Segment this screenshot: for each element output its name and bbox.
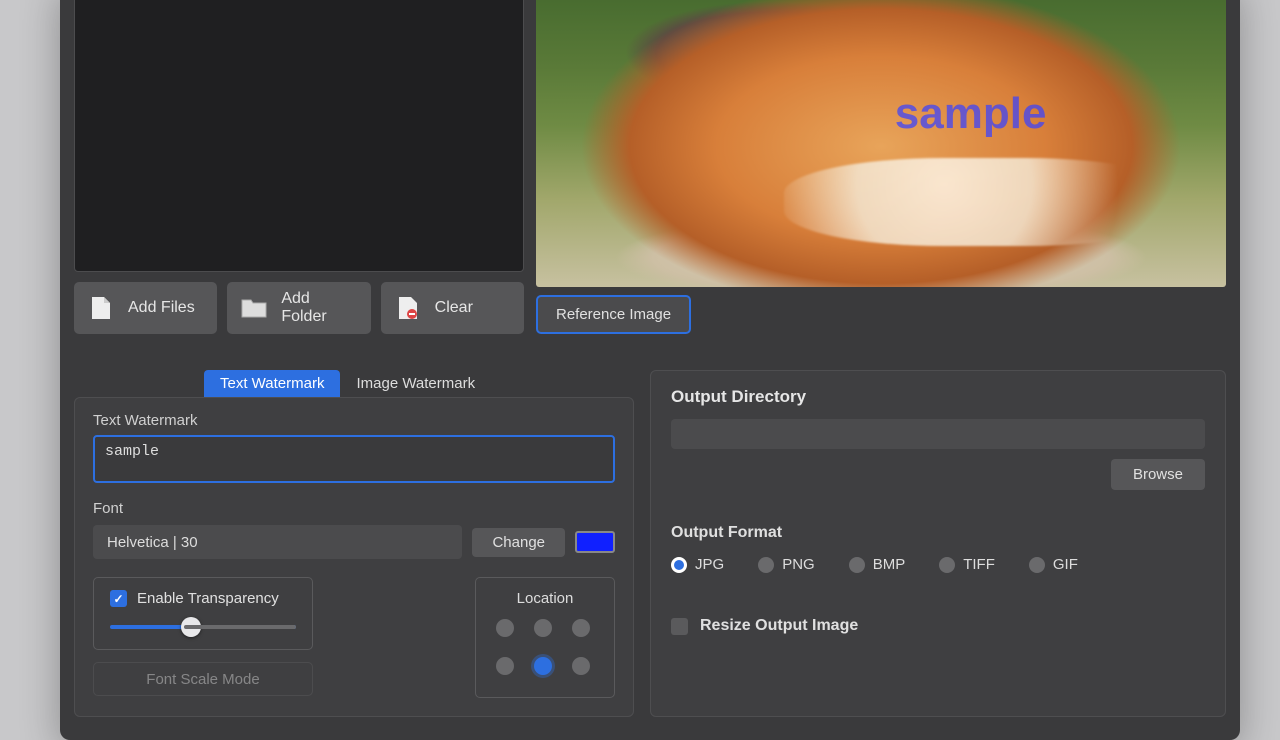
preview-pane: sample Reference Image (536, 0, 1226, 334)
text-watermark-box: Text Watermark Font Helvetica | 30 Chang… (74, 397, 634, 717)
output-directory-field[interactable] (671, 419, 1205, 449)
enable-transparency-row[interactable]: ✓ Enable Transparency (110, 590, 296, 607)
change-font-button[interactable]: Change (472, 528, 565, 557)
resize-row[interactable]: Resize Output Image (671, 617, 1205, 635)
radio-icon (849, 557, 865, 573)
format-jpg[interactable]: JPG (671, 556, 724, 573)
watermark-panel: Text Watermark Image Watermark Text Wate… (74, 370, 634, 717)
file-buttons-row: Add Files Add Folder Clear (74, 282, 524, 334)
output-format-label: Output Format (671, 524, 1205, 542)
add-folder-button[interactable]: Add Folder (227, 282, 370, 334)
add-files-button[interactable]: Add Files (74, 282, 217, 334)
left-sub-col: ✓ Enable Transparency Font Scale Mode (93, 577, 313, 696)
output-directory-label: Output Directory (671, 387, 1205, 407)
radio-icon (758, 557, 774, 573)
output-panel: Output Directory Browse Output Format JP… (650, 370, 1226, 717)
location-dot-5[interactable] (572, 657, 590, 675)
folder-icon (241, 295, 267, 321)
location-dot-1[interactable] (534, 619, 552, 637)
font-display: Helvetica | 30 (93, 525, 462, 559)
clear-label: Clear (435, 299, 473, 317)
output-format-row: JPG PNG BMP TIFF GIF (671, 556, 1205, 573)
checkbox-unchecked-icon[interactable] (671, 618, 688, 635)
radio-icon (1029, 557, 1045, 573)
location-dot-3[interactable] (496, 657, 514, 675)
tab-image-watermark[interactable]: Image Watermark (340, 370, 491, 397)
enable-transparency-label: Enable Transparency (137, 590, 279, 607)
file-list[interactable] (74, 0, 524, 272)
top-row: Add Files Add Folder Clear sampl (74, 0, 1226, 334)
font-row: Helvetica | 30 Change (93, 525, 615, 559)
location-dot-4[interactable] (534, 657, 552, 675)
add-folder-label: Add Folder (281, 290, 356, 326)
transparency-box: ✓ Enable Transparency (93, 577, 313, 650)
format-bmp-label: BMP (873, 556, 906, 573)
format-tiff[interactable]: TIFF (939, 556, 995, 573)
resize-output-label: Resize Output Image (700, 617, 858, 635)
location-dot-2[interactable] (572, 619, 590, 637)
format-bmp[interactable]: BMP (849, 556, 906, 573)
format-tiff-label: TIFF (963, 556, 995, 573)
file-icon (88, 295, 114, 321)
format-jpg-label: JPG (695, 556, 724, 573)
transparency-slider[interactable] (110, 625, 296, 629)
location-box: Location (475, 577, 615, 698)
add-files-label: Add Files (128, 299, 195, 317)
file-pane: Add Files Add Folder Clear (74, 0, 524, 334)
clear-button[interactable]: Clear (381, 282, 524, 334)
tabs: Text Watermark Image Watermark (204, 370, 634, 397)
watermark-text-input[interactable] (93, 435, 615, 483)
browse-button[interactable]: Browse (1111, 459, 1205, 490)
format-png[interactable]: PNG (758, 556, 815, 573)
font-label: Font (93, 500, 615, 517)
reference-image-button[interactable]: Reference Image (536, 295, 691, 334)
radio-icon (939, 557, 955, 573)
radio-selected-icon (671, 557, 687, 573)
location-dot-0[interactable] (496, 619, 514, 637)
text-watermark-label: Text Watermark (93, 412, 615, 429)
checkbox-checked-icon[interactable]: ✓ (110, 590, 127, 607)
location-label: Location (496, 590, 594, 607)
format-gif-label: GIF (1053, 556, 1078, 573)
slider-thumb[interactable] (181, 617, 201, 637)
sub-row: ✓ Enable Transparency Font Scale Mode Lo… (93, 577, 615, 698)
font-scale-mode-box[interactable]: Font Scale Mode (93, 662, 313, 696)
format-gif[interactable]: GIF (1029, 556, 1078, 573)
watermark-overlay: sample (895, 89, 1047, 139)
app-window: Add Files Add Folder Clear sampl (60, 0, 1240, 740)
bottom-row: Text Watermark Image Watermark Text Wate… (74, 370, 1226, 717)
tab-text-watermark[interactable]: Text Watermark (204, 370, 340, 397)
clear-icon (395, 295, 421, 321)
font-color-swatch[interactable] (575, 531, 615, 553)
location-grid (496, 619, 594, 679)
preview-image: sample (536, 0, 1226, 287)
format-png-label: PNG (782, 556, 815, 573)
